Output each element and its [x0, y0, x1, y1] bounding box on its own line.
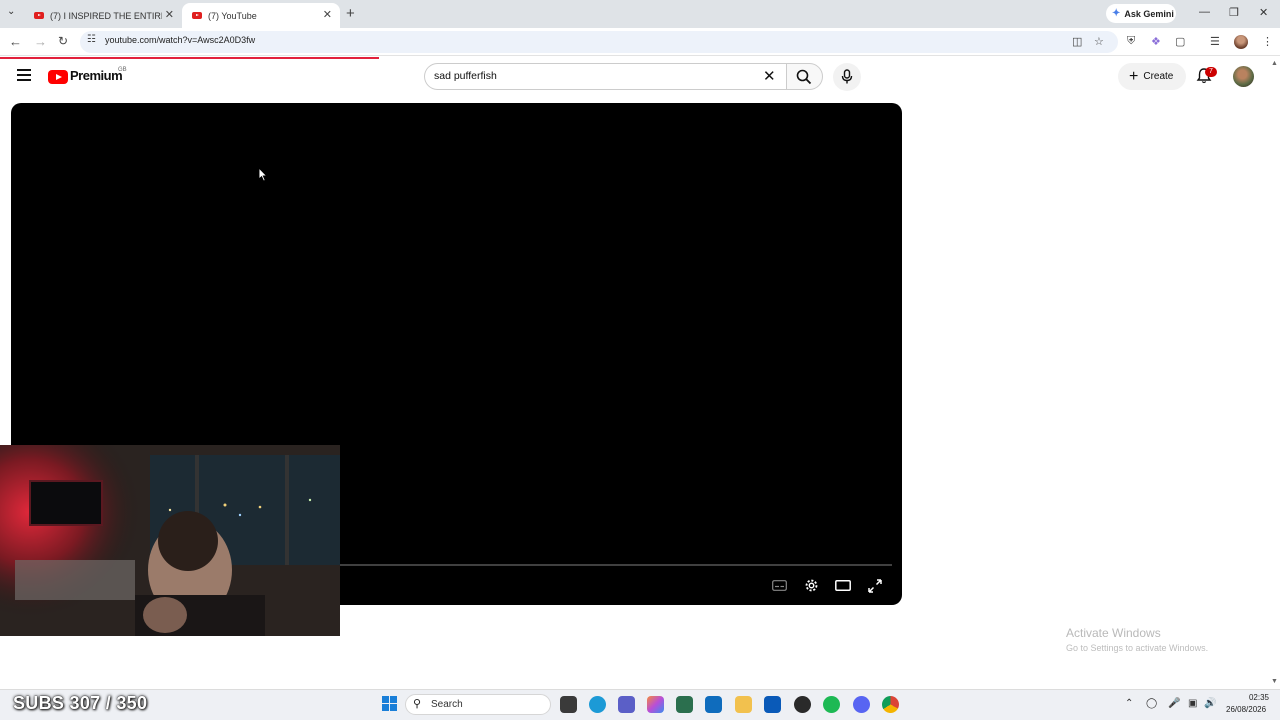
install-app-icon[interactable]: ◫	[1072, 35, 1082, 48]
youtube-favicon-icon	[34, 12, 44, 19]
menu-kebab-icon[interactable]: ⋮	[1262, 35, 1273, 48]
windows-taskbar	[0, 689, 1280, 720]
bookmark-star-icon[interactable]: ☆	[1094, 35, 1104, 48]
create-label: Create	[1143, 71, 1174, 82]
activate-windows-hint: Go to Settings to activate Windows.	[1066, 643, 1209, 653]
mouse-cursor-icon	[258, 167, 268, 182]
region-code: GB	[118, 67, 127, 73]
search-icon	[796, 69, 812, 85]
chrome-icon[interactable]	[882, 696, 899, 713]
clock-time[interactable]: 02:35	[1245, 693, 1269, 702]
plus-icon: +	[1129, 67, 1139, 85]
tab-search-icon[interactable]: ⌄	[7, 6, 15, 17]
scroll-up-icon[interactable]: ▲	[1271, 60, 1278, 67]
profile-avatar-icon[interactable]	[1234, 35, 1248, 49]
webcam-feed-image	[0, 445, 340, 636]
tab-title: (7) YouTube	[208, 10, 257, 21]
task-view-icon[interactable]	[560, 696, 577, 713]
tab-title: (7) I INSPIRED THE ENTIRE SCH	[50, 10, 162, 21]
browser-tab-strip: ⌄ (7) I INSPIRED THE ENTIRE SCH ✕ (7) Yo…	[0, 0, 1280, 28]
youtube-logo-icon[interactable]	[48, 70, 68, 84]
ask-gemini-label: Ask Gemini	[1124, 8, 1174, 19]
page-load-progress	[0, 57, 379, 59]
url-text[interactable]: youtube.com/watch?v=Awsc2A0D3fw	[105, 35, 255, 45]
subscriber-goal-overlay: SUBS 307 / 350	[13, 693, 148, 713]
taskbar-search-label: Search	[431, 699, 463, 710]
spotify-icon[interactable]	[823, 696, 840, 713]
obs-icon[interactable]	[794, 696, 811, 713]
webcam-overlay	[0, 445, 340, 636]
clear-search-icon[interactable]: ✕	[763, 67, 776, 85]
create-button[interactable]: + Create	[1118, 63, 1186, 90]
media-control-icon[interactable]: ☰	[1210, 35, 1220, 48]
search-button[interactable]	[786, 63, 823, 90]
reload-icon[interactable]: ↻	[58, 34, 68, 48]
settings-gear-icon[interactable]	[804, 578, 819, 593]
activate-windows-title: Activate Windows	[1066, 626, 1161, 640]
search-icon: ⚲	[413, 698, 422, 710]
theater-mode-icon[interactable]	[835, 580, 851, 591]
microphone-icon	[841, 69, 853, 84]
new-tab-button[interactable]: +	[346, 5, 355, 22]
microphone-icon[interactable]: 🎤	[1168, 698, 1180, 709]
copilot-icon[interactable]	[647, 696, 664, 713]
extension-icon[interactable]: ❖	[1151, 35, 1161, 48]
teams-icon[interactable]	[618, 696, 635, 713]
tab-inspired[interactable]: (7) I INSPIRED THE ENTIRE SCH ✕	[24, 3, 182, 28]
forward-icon[interactable]: →	[34, 34, 47, 49]
restore-icon[interactable]: ❐	[1229, 6, 1239, 19]
site-info-icon[interactable]: ☷	[87, 34, 96, 45]
search-input-value[interactable]: sad pufferfish	[434, 70, 497, 82]
tray-app-icon[interactable]: ◯	[1146, 698, 1157, 709]
app-icon[interactable]	[676, 696, 693, 713]
guide-menu-icon[interactable]	[17, 69, 31, 84]
close-window-icon[interactable]: ✕	[1259, 6, 1268, 19]
network-icon[interactable]: ▣	[1188, 698, 1197, 709]
voice-search-button[interactable]	[833, 63, 861, 91]
close-tab-icon[interactable]: ✕	[165, 8, 174, 21]
volume-icon[interactable]: 🔊	[1204, 698, 1216, 709]
close-tab-icon[interactable]: ✕	[323, 8, 332, 21]
video-progress-bar[interactable]	[340, 564, 892, 566]
minimize-icon[interactable]: —	[1199, 6, 1210, 18]
taskbar-search-box[interactable]: Search	[405, 694, 551, 715]
discord-icon[interactable]	[853, 696, 870, 713]
youtube-favicon-icon	[192, 12, 202, 19]
shield-extension-icon[interactable]: ⛨	[1127, 35, 1135, 48]
outlook-icon[interactable]	[705, 696, 722, 713]
browser-toolbar: ← → ↻ ☷ youtube.com/watch?v=Awsc2A0D3fw …	[0, 28, 1280, 56]
scroll-down-icon[interactable]: ▼	[1271, 678, 1278, 685]
tray-overflow-icon[interactable]: ⌃	[1125, 698, 1133, 709]
windows-start-icon[interactable]	[382, 696, 398, 712]
ask-gemini-button[interactable]: ✦ Ask Gemini	[1106, 4, 1176, 23]
edge-browser-icon[interactable]	[589, 696, 606, 713]
fullscreen-icon[interactable]	[868, 579, 882, 593]
account-avatar[interactable]	[1233, 66, 1254, 87]
back-icon[interactable]: ←	[9, 34, 22, 49]
microsoft-store-icon[interactable]	[764, 696, 781, 713]
youtube-premium-logo-text[interactable]: Premium	[70, 68, 123, 83]
file-explorer-icon[interactable]	[735, 696, 752, 713]
tab-youtube[interactable]: (7) YouTube ✕	[182, 3, 340, 28]
subtitles-icon[interactable]	[772, 580, 787, 591]
extensions-puzzle-icon[interactable]: ▢	[1175, 35, 1185, 48]
gemini-spark-icon: ✦	[1112, 8, 1121, 19]
clock-date[interactable]: 26/08/2026	[1226, 705, 1266, 714]
notification-count-badge: 7	[1205, 67, 1217, 77]
